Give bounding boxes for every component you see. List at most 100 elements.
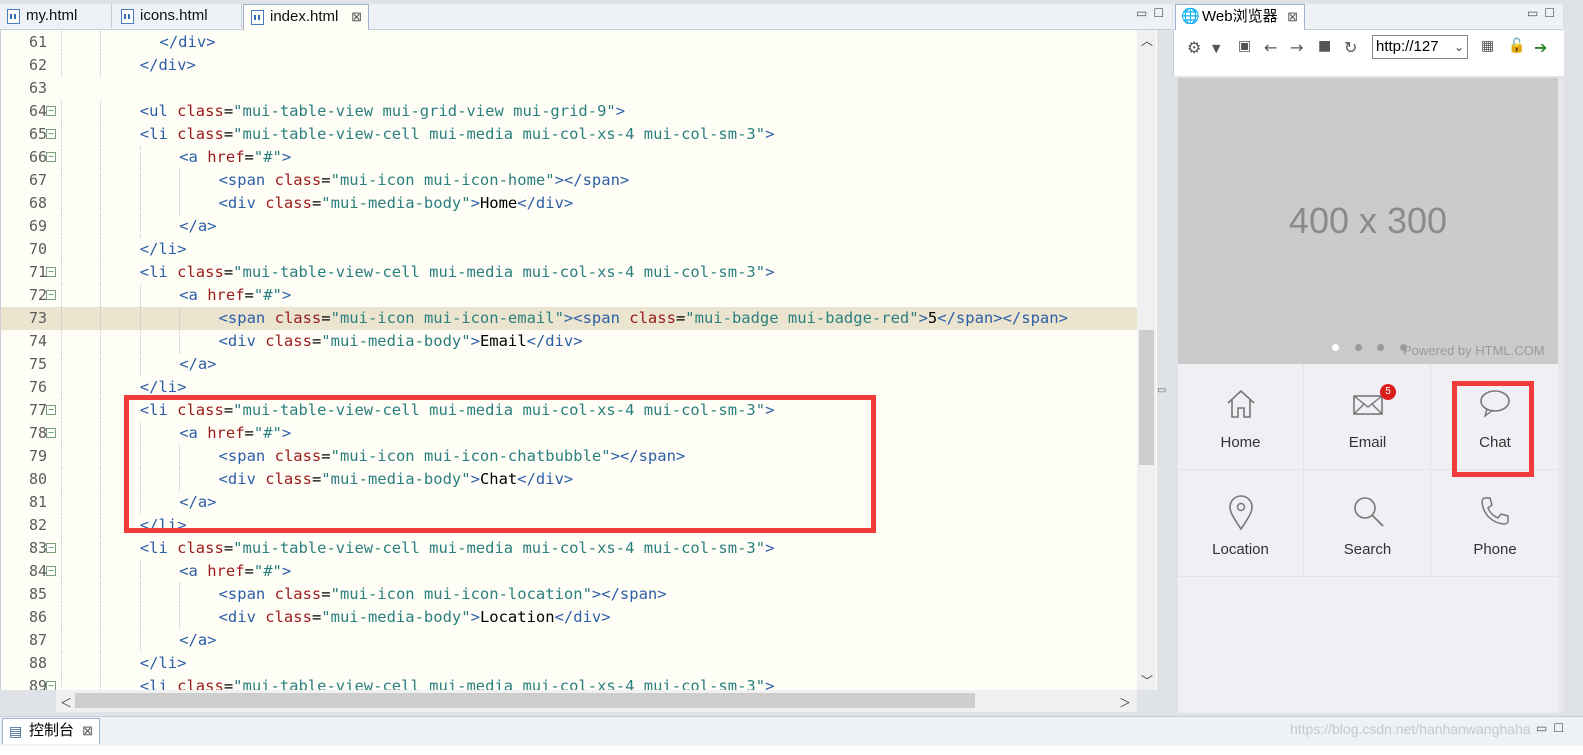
indent-guide — [100, 54, 102, 77]
fold-toggle-icon[interactable]: − — [46, 566, 56, 576]
console-tab-label: 控制台 — [29, 722, 75, 739]
line-number: 74 — [28, 332, 47, 350]
globe-icon: 🌐 — [1181, 8, 1200, 25]
code-line[interactable]: 66− <a href="#"> — [1, 146, 1138, 169]
fold-toggle-icon[interactable]: − — [46, 428, 56, 438]
fold-toggle-icon[interactable]: − — [46, 290, 56, 300]
code-line[interactable]: 89− <li class="mui-table-view-cell mui-me… — [1, 675, 1138, 690]
code-line[interactable]: 71− <li class="mui-table-view-cell mui-me… — [1, 261, 1138, 284]
code-line[interactable]: 74 <div class="mui-media-body">Email</div… — [1, 330, 1138, 353]
scroll-up-icon[interactable]: ︿ — [1141, 32, 1153, 49]
code-line[interactable]: 88 </li> — [1, 652, 1138, 675]
home-icon — [1227, 389, 1255, 418]
tab-console[interactable]: ▤ 控制台 ⊠ — [2, 718, 100, 744]
grid-item-phone[interactable]: Phone — [1432, 471, 1558, 577]
line-number: 81 — [28, 493, 47, 511]
code-line[interactable]: 84− <a href="#"> — [1, 560, 1138, 583]
indent-guide — [100, 491, 102, 514]
editor-minmax-icons[interactable]: ▭☐ — [1136, 6, 1170, 20]
code-line[interactable]: 61 </div> — [1, 31, 1138, 54]
settings-gear-icon[interactable]: ⚙ — [1187, 38, 1201, 57]
html-file-icon — [121, 9, 134, 24]
code-line[interactable]: 64− <ul class="mui-table-view mui-grid-vi… — [1, 100, 1138, 123]
line-number: 65 — [28, 125, 47, 143]
grid-item-label: Home — [1220, 434, 1261, 451]
code-text: <div class="mui-media-body">Location</di… — [218, 608, 611, 626]
close-tab-icon[interactable]: ⊠ — [1287, 5, 1298, 29]
code-line[interactable]: 65− <li class="mui-table-view-cell mui-me… — [1, 123, 1138, 146]
fold-toggle-icon[interactable]: − — [46, 129, 56, 139]
slider-indicator[interactable] — [1332, 344, 1339, 351]
sash-handle[interactable]: ▭ — [1157, 385, 1166, 396]
fold-toggle-icon[interactable]: − — [46, 152, 56, 162]
console-icon: ▤ — [9, 723, 23, 739]
fold-toggle-icon[interactable]: − — [46, 267, 56, 277]
fold-toggle-icon[interactable]: − — [46, 543, 56, 553]
indent-guide — [61, 675, 62, 690]
browser-vertical-scrollbar[interactable] — [1558, 78, 1564, 712]
code-line[interactable]: 73 <span class="mui-icon mui-icon-email">… — [1, 307, 1138, 330]
indent-guide — [179, 169, 181, 192]
code-text: <li class="mui-table-view-cell mui-media… — [139, 263, 775, 281]
back-arrow-icon[interactable]: ← — [1264, 38, 1277, 57]
phone-icon — [1481, 497, 1509, 525]
fold-toggle-icon[interactable]: − — [46, 681, 56, 690]
close-tab-icon[interactable]: ⊠ — [82, 719, 93, 743]
line-number: 75 — [28, 355, 47, 373]
slider-indicator[interactable] — [1377, 344, 1384, 351]
line-number: 79 — [28, 447, 47, 465]
console-minmax-icons[interactable]: ▭☐ — [1536, 721, 1570, 735]
code-text: <a href="#"> — [179, 286, 292, 304]
tab-index-html[interactable]: index.html ⊠ — [243, 4, 369, 30]
code-line[interactable]: 75 </a> — [1, 353, 1138, 376]
scroll-right-icon[interactable]: ＞ — [1119, 694, 1131, 711]
dropdown-caret-icon[interactable]: ▼ — [1212, 42, 1220, 55]
refresh-icon[interactable]: ↻ — [1344, 38, 1357, 57]
code-text: <span class="mui-icon mui-icon-home"></s… — [218, 171, 630, 189]
console-terminal-icon[interactable]: ▣ — [1238, 38, 1251, 54]
lock-icon[interactable]: 🔓 — [1508, 38, 1525, 54]
chevron-down-icon[interactable]: ⌄ — [1454, 36, 1464, 58]
indent-guide — [100, 652, 102, 675]
fold-toggle-icon[interactable]: − — [46, 405, 56, 415]
code-text: <a href="#"> — [179, 148, 292, 166]
code-line[interactable]: 87 </a> — [1, 629, 1138, 652]
grid-item-location[interactable]: Location — [1178, 471, 1304, 577]
forward-arrow-icon[interactable]: → — [1290, 38, 1303, 57]
code-line[interactable]: 72− <a href="#"> — [1, 284, 1138, 307]
fold-toggle-icon[interactable]: − — [46, 106, 56, 116]
indent-guide — [61, 307, 62, 330]
code-line[interactable]: 69 </a> — [1, 215, 1138, 238]
line-number: 89 — [28, 677, 47, 690]
slider-indicator[interactable] — [1355, 344, 1362, 351]
close-tab-icon[interactable]: ⊠ — [351, 5, 362, 29]
grid-item-email[interactable]: Email — [1305, 364, 1431, 470]
code-line[interactable]: 62 </div> — [1, 54, 1138, 77]
qr-code-icon[interactable]: ▦ — [1481, 38, 1494, 54]
scroll-down-icon[interactable]: ﹀ — [1141, 672, 1153, 689]
indent-guide — [61, 514, 62, 537]
grid-item-search[interactable]: Search — [1305, 471, 1431, 577]
code-line[interactable]: 68 <div class="mui-media-body">Home</div> — [1, 192, 1138, 215]
code-line[interactable]: 86 <div class="mui-media-body">Location</… — [1, 606, 1138, 629]
tab-icons-html[interactable]: icons.html — [114, 4, 242, 28]
grid-item-home[interactable]: Home — [1178, 364, 1304, 470]
editor-vertical-scroll-thumb[interactable] — [1139, 330, 1154, 465]
code-line[interactable]: 63 — [1, 77, 1138, 100]
tab-my-html[interactable]: my.html — [0, 4, 112, 28]
scroll-left-icon[interactable]: ＜ — [60, 694, 72, 711]
code-line[interactable]: 67 <span class="mui-icon mui-icon-home"><… — [1, 169, 1138, 192]
url-input[interactable]: http://127 ⌄ — [1372, 35, 1468, 59]
line-number: 85 — [28, 585, 47, 603]
code-editor[interactable]: 61 </div> 62 </div> 63 64− <ul class="mui-tabl… — [0, 30, 1157, 690]
tab-web-browser[interactable]: 🌐 Web浏览器 ⊠ — [1175, 4, 1305, 30]
indent-guide — [139, 307, 141, 330]
stop-icon[interactable]: ■ — [1318, 38, 1331, 54]
go-arrow-icon[interactable]: ➔ — [1534, 38, 1547, 57]
code-line[interactable]: 83− <li class="mui-table-view-cell mui-me… — [1, 537, 1138, 560]
editor-horizontal-scroll-thumb[interactable] — [75, 693, 975, 708]
code-line[interactable]: 85 <span class="mui-icon mui-icon-locatio… — [1, 583, 1138, 606]
code-line[interactable]: 70 </li> — [1, 238, 1138, 261]
line-number: 73 — [28, 309, 47, 327]
browser-minmax-icons[interactable]: ▭☐ — [1527, 6, 1561, 20]
